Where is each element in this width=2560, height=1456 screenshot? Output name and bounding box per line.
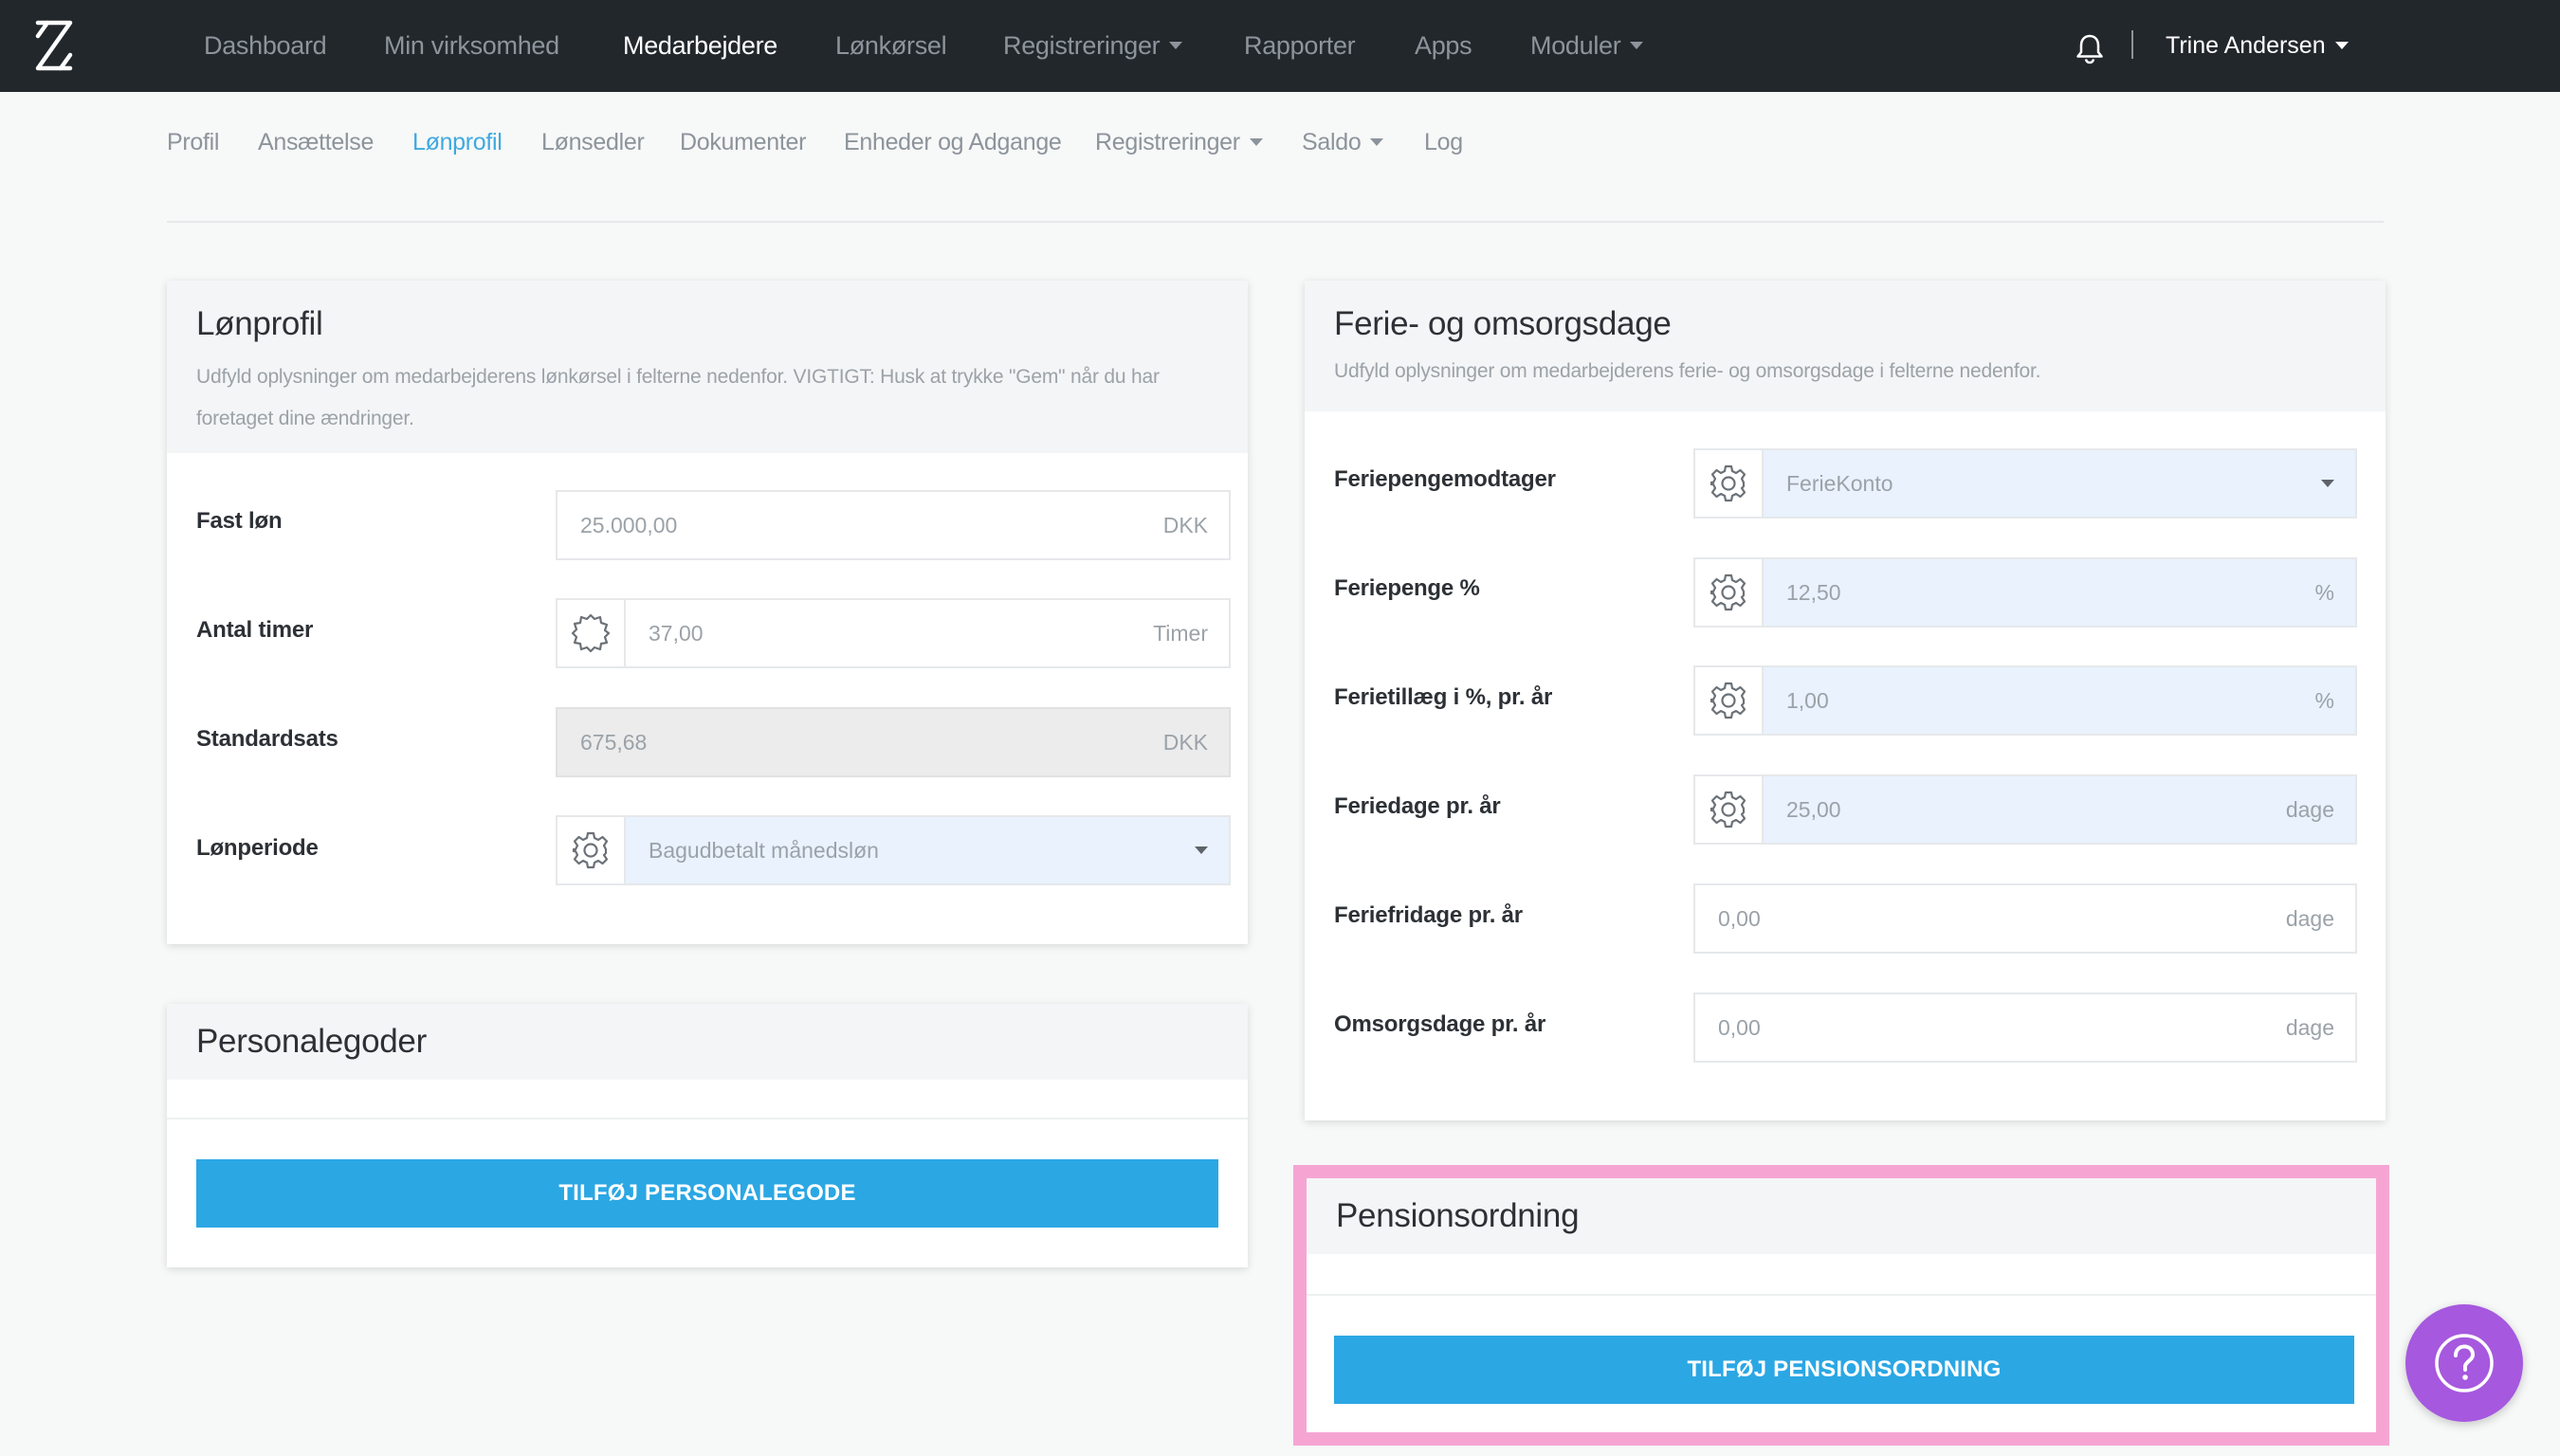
ferie-card-header: Ferie- og omsorgsdage Udfyld oplysninger… xyxy=(1305,281,2386,411)
gear-icon[interactable] xyxy=(1695,667,1764,734)
subnav-ansaettelse[interactable]: Ansættelse xyxy=(258,129,374,156)
feriepengemodtager-label: Feriepengemodtager xyxy=(1334,466,1556,492)
lonprofil-card-header: Lønprofil Udfyld oplysninger om medarbej… xyxy=(167,281,1248,453)
fast-lon-field[interactable]: 25.000,00 DKK xyxy=(556,490,1231,560)
highlight-frame xyxy=(1293,1165,2389,1446)
subnav-enheder-og-adgange[interactable]: Enheder og Adgange xyxy=(844,129,1062,156)
subnav-saldo-dropdown[interactable]: Saldo xyxy=(1302,129,1384,156)
fast-lon-label: Fast løn xyxy=(196,508,283,534)
zenegy-logo-icon[interactable] xyxy=(30,17,78,74)
omsorgsdage-label: Omsorgsdage pr. år xyxy=(1334,1011,1546,1037)
nav-apps[interactable]: Apps xyxy=(1415,0,1472,92)
subnav-dokumenter[interactable]: Dokumenter xyxy=(680,129,806,156)
ferie-card: Ferie- og omsorgsdage Udfyld oplysninger… xyxy=(1305,281,2386,1120)
user-menu-dropdown[interactable]: Trine Andersen xyxy=(2166,0,2349,92)
standardsats-label: Standardsats xyxy=(196,726,338,752)
personalegoder-card-header: Personalegoder xyxy=(167,1004,1248,1080)
nav-lonkorsel[interactable]: Lønkørsel xyxy=(835,0,947,92)
lonperiode-label: Lønperiode xyxy=(196,835,319,861)
ferietillaeg-field[interactable]: 1,00% xyxy=(1693,665,2357,736)
gear-outline-icon[interactable] xyxy=(558,600,626,666)
subnav-lonprofil[interactable]: Lønprofil xyxy=(412,129,503,156)
help-button[interactable] xyxy=(2405,1304,2523,1422)
feriefridage-field[interactable]: 0,00 dage xyxy=(1693,883,2357,954)
caret-down-icon xyxy=(1249,137,1263,146)
feriepenge-pct-label: Feriepenge % xyxy=(1334,575,1480,601)
subnav-registreringer-dropdown[interactable]: Registreringer xyxy=(1095,129,1263,156)
personalegoder-divider xyxy=(167,1118,1248,1119)
nav-dashboard[interactable]: Dashboard xyxy=(204,0,327,92)
nav-rapporter[interactable]: Rapporter xyxy=(1244,0,1356,92)
nav-medarbejdere[interactable]: Medarbejdere xyxy=(623,0,777,92)
bell-icon[interactable] xyxy=(2074,32,2106,64)
gear-icon[interactable] xyxy=(1695,776,1764,843)
gear-icon[interactable] xyxy=(1695,450,1764,517)
nav-registreringer-dropdown[interactable]: Registreringer xyxy=(1003,0,1183,92)
caret-down-icon xyxy=(2334,41,2349,49)
add-personalegode-button[interactable]: TILFØJ PERSONALEGODE xyxy=(196,1159,1218,1228)
lonprofil-title: Lønprofil xyxy=(196,305,323,342)
ferie-description: Udfyld oplysninger om medarbejderens fer… xyxy=(1334,360,2041,382)
nav-separator xyxy=(2131,30,2133,59)
ferietillaeg-label: Ferietillæg i %, pr. år xyxy=(1334,684,1553,710)
gear-icon[interactable] xyxy=(1695,559,1764,626)
subnav-divider xyxy=(167,221,2384,223)
personalegoder-card: Personalegoder TILFØJ PERSONALEGODE xyxy=(167,1004,1248,1267)
omsorgsdage-field[interactable]: 0,00 dage xyxy=(1693,992,2357,1063)
question-circle-icon xyxy=(2435,1334,2494,1392)
feriedage-label: Feriedage pr. år xyxy=(1334,793,1501,819)
feriepengemodtager-select[interactable]: FerieKonto xyxy=(1693,448,2357,519)
subnav-log[interactable]: Log xyxy=(1424,129,1463,156)
caret-down-icon xyxy=(1630,42,1644,50)
caret-down-icon xyxy=(1169,42,1183,50)
top-navbar: Dashboard Min virksomhed Medarbejdere Lø… xyxy=(0,0,2560,92)
subnav-profil[interactable]: Profil xyxy=(167,129,219,156)
feriedage-field[interactable]: 25,00 dage xyxy=(1693,774,2357,845)
personalegoder-title: Personalegoder xyxy=(196,1023,427,1060)
nav-moduler-dropdown[interactable]: Moduler xyxy=(1530,0,1644,92)
feriefridage-label: Feriefridage pr. år xyxy=(1334,902,1523,928)
ferie-title: Ferie- og omsorgsdage xyxy=(1334,305,1672,342)
chevron-down-icon xyxy=(2321,480,2334,487)
standardsats-field: 675,68 DKK xyxy=(556,707,1231,777)
lonprofil-description: Udfyld oplysninger om medarbejderens løn… xyxy=(196,366,1160,429)
nav-min-virksomhed[interactable]: Min virksomhed xyxy=(384,0,559,92)
chevron-down-icon xyxy=(1195,846,1208,854)
caret-down-icon xyxy=(1370,137,1384,146)
subnav-lonsedler[interactable]: Lønsedler xyxy=(541,129,645,156)
lonprofil-card: Lønprofil Udfyld oplysninger om medarbej… xyxy=(167,281,1248,944)
lonperiode-select[interactable]: Bagudbetalt månedsløn xyxy=(556,815,1231,885)
antal-timer-label: Antal timer xyxy=(196,617,314,643)
antal-timer-field[interactable]: 37,00 Timer xyxy=(556,598,1231,668)
feriepenge-pct-field[interactable]: 12,50% xyxy=(1693,557,2357,628)
gear-icon[interactable] xyxy=(558,817,626,883)
